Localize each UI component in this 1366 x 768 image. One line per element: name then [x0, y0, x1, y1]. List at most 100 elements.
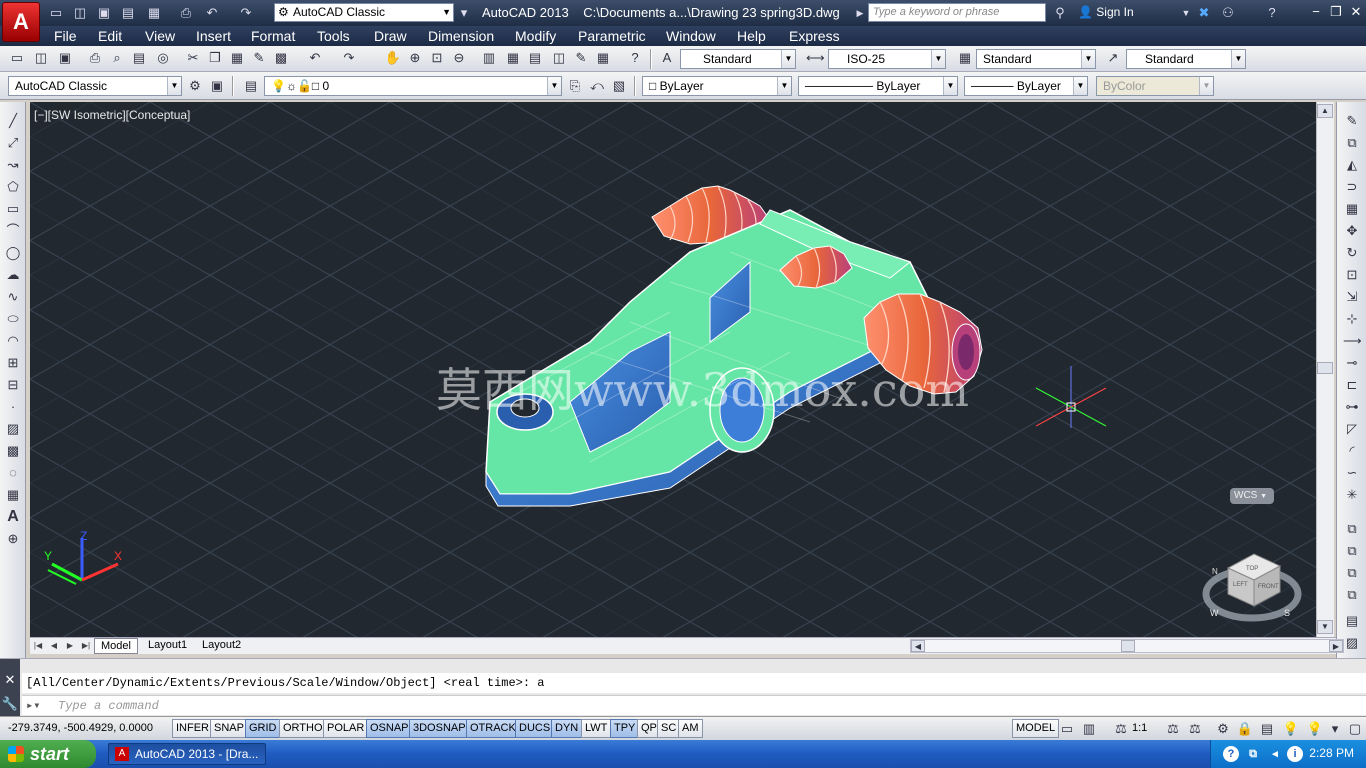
match-properties-icon[interactable]: ✎: [250, 49, 268, 67]
pan-icon[interactable]: ✋: [384, 49, 402, 67]
toggle-3dosnap[interactable]: 3DOSNAP: [409, 719, 470, 738]
break-icon[interactable]: ⊏: [1343, 376, 1361, 394]
array-icon[interactable]: ▦: [1343, 200, 1361, 218]
isolate-objects-icon[interactable]: 💡: [1282, 720, 1300, 738]
multileader-style-combo[interactable]: Standard ▼: [1126, 49, 1246, 69]
undo-icon[interactable]: ↶: [204, 5, 220, 21]
move-icon[interactable]: ✥: [1343, 222, 1361, 240]
restore-icon[interactable]: ❐: [1328, 4, 1344, 20]
properties-icon[interactable]: ▥: [480, 49, 498, 67]
quickcalc-icon[interactable]: ▦: [594, 49, 612, 67]
publish-icon[interactable]: ▤: [130, 49, 148, 67]
hatch-icon[interactable]: ▨: [4, 420, 22, 438]
stretch-icon[interactable]: ⇲: [1343, 288, 1361, 306]
volume-icon[interactable]: ◂: [1267, 746, 1283, 762]
help-search-input[interactable]: Type a keyword or phrase: [868, 3, 1046, 22]
gradient-icon[interactable]: ▩: [4, 442, 22, 460]
wcs-menu[interactable]: WCS ▼: [1230, 488, 1274, 504]
annotation-visibility-icon[interactable]: ⚖: [1164, 720, 1182, 738]
plot-icon[interactable]: ⎙: [178, 5, 194, 21]
menu-view[interactable]: View: [145, 28, 175, 44]
menu-format[interactable]: Format: [251, 28, 295, 44]
redo-icon[interactable]: ↷: [340, 49, 358, 67]
plot-preview-icon[interactable]: ⌕: [108, 49, 126, 67]
join-icon[interactable]: ⊶: [1343, 398, 1361, 416]
copy-icon[interactable]: ❐: [206, 49, 224, 67]
tab-model[interactable]: Model: [94, 638, 138, 654]
save-icon[interactable]: ▣: [96, 5, 112, 21]
spline-icon[interactable]: ∿: [4, 288, 22, 306]
open-icon[interactable]: ◫: [72, 5, 88, 21]
tab-layout2[interactable]: Layout2: [196, 638, 247, 654]
draw-order-above-icon[interactable]: ⧉: [1343, 564, 1361, 582]
menu-parametric[interactable]: Parametric: [578, 28, 646, 44]
arc-icon[interactable]: ⌒: [4, 222, 22, 240]
rotate-icon[interactable]: ↻: [1343, 244, 1361, 262]
extend-icon[interactable]: ⟶: [1343, 332, 1362, 350]
model-space-toggle[interactable]: MODEL: [1012, 719, 1060, 738]
toggle-lwt[interactable]: LWT: [581, 719, 612, 738]
menu-modify[interactable]: Modify: [515, 28, 556, 44]
plot-icon[interactable]: ⎙: [86, 49, 104, 67]
markup-icon[interactable]: ✎: [572, 49, 590, 67]
customize-quick-access-icon[interactable]: ▾: [456, 5, 472, 21]
table-style-combo[interactable]: Standard ▼: [976, 49, 1096, 69]
block-editor-icon[interactable]: ▩: [272, 49, 290, 67]
scroll-right-icon[interactable]: ▶: [1329, 640, 1343, 652]
quick-view-layouts-icon[interactable]: ▭: [1058, 720, 1076, 738]
close-icon[interactable]: ✕: [1348, 4, 1364, 20]
region-icon[interactable]: ◌: [4, 464, 22, 482]
zoom-window-icon[interactable]: ⊡: [428, 49, 446, 67]
redo-icon[interactable]: ↷: [238, 5, 254, 21]
taskbar-item-autocad[interactable]: A AutoCAD 2013 - [Dra...: [108, 743, 266, 765]
polygon-icon[interactable]: ⬠: [4, 178, 22, 196]
break-at-point-icon[interactable]: ⊸: [1343, 354, 1361, 372]
circle-icon[interactable]: ◯: [4, 244, 22, 262]
scroll-left-icon[interactable]: ◀: [911, 640, 925, 652]
start-button[interactable]: start: [0, 740, 96, 768]
scroll-down-icon[interactable]: ▼: [1317, 620, 1333, 634]
menu-tools[interactable]: Tools: [317, 28, 350, 44]
auto-scale-icon[interactable]: ⚖: [1186, 720, 1204, 738]
toggle-ortho[interactable]: ORTHO: [279, 719, 327, 738]
toggle-polar[interactable]: POLAR: [323, 719, 369, 738]
layer-state-icon[interactable]: ▧: [610, 77, 628, 95]
text-to-front-icon[interactable]: ▤: [1343, 612, 1361, 630]
zoom-previous-icon[interactable]: ⊖: [450, 49, 468, 67]
toggle-otrack[interactable]: OTRACK: [466, 719, 520, 738]
sign-in-dropdown-icon[interactable]: ▼: [1178, 5, 1194, 21]
toggle-tpy[interactable]: TPY: [610, 719, 640, 738]
layer-properties-icon[interactable]: ▤: [242, 77, 260, 95]
draw-order-back-icon[interactable]: ⧉: [1343, 542, 1361, 560]
tab-layout1[interactable]: Layout1: [142, 638, 193, 654]
ellipse-arc-icon[interactable]: ◠: [4, 332, 22, 350]
blend-curves-icon[interactable]: ∽: [1343, 464, 1361, 482]
toggle-am[interactable]: AM: [678, 719, 703, 738]
menu-help[interactable]: Help: [737, 28, 766, 44]
draw-order-front-icon[interactable]: ⧉: [1343, 520, 1361, 538]
sheet-set-icon[interactable]: ◫: [550, 49, 568, 67]
connect-icon[interactable]: ⚇: [1220, 5, 1236, 21]
wrench-icon[interactable]: 🔧: [1, 695, 19, 713]
exchange-icon[interactable]: ✖: [1196, 5, 1212, 21]
save-icon[interactable]: ▣: [56, 49, 74, 67]
menu-draw[interactable]: Draw: [374, 28, 407, 44]
layer-combo[interactable]: 💡☼🔓□ 0 ▼: [264, 76, 562, 96]
explode-icon[interactable]: ✳: [1343, 486, 1361, 504]
open-icon[interactable]: ◫: [32, 49, 50, 67]
last-tab-icon[interactable]: ▶|: [80, 640, 92, 652]
close-icon[interactable]: ✕: [1, 671, 19, 689]
rectangle-icon[interactable]: ▭: [4, 200, 22, 218]
clean-screen-icon[interactable]: ▢: [1346, 720, 1364, 738]
menu-edit[interactable]: Edit: [98, 28, 122, 44]
vertical-scrollbar[interactable]: ▲ ▼: [1316, 102, 1334, 637]
new-icon[interactable]: ▭: [8, 49, 26, 67]
workspace-combo[interactable]: AutoCAD Classic ▼: [8, 76, 182, 96]
clock[interactable]: 2:28 PM: [1309, 746, 1354, 760]
save-as-icon[interactable]: ▤: [120, 5, 136, 21]
menu-file[interactable]: File: [54, 28, 77, 44]
copy-object-icon[interactable]: ⧉: [1343, 134, 1361, 152]
make-block-icon[interactable]: ⊟: [4, 376, 22, 394]
zoom-realtime-icon[interactable]: ⊕: [406, 49, 424, 67]
mirror-icon[interactable]: ◭: [1343, 156, 1361, 174]
